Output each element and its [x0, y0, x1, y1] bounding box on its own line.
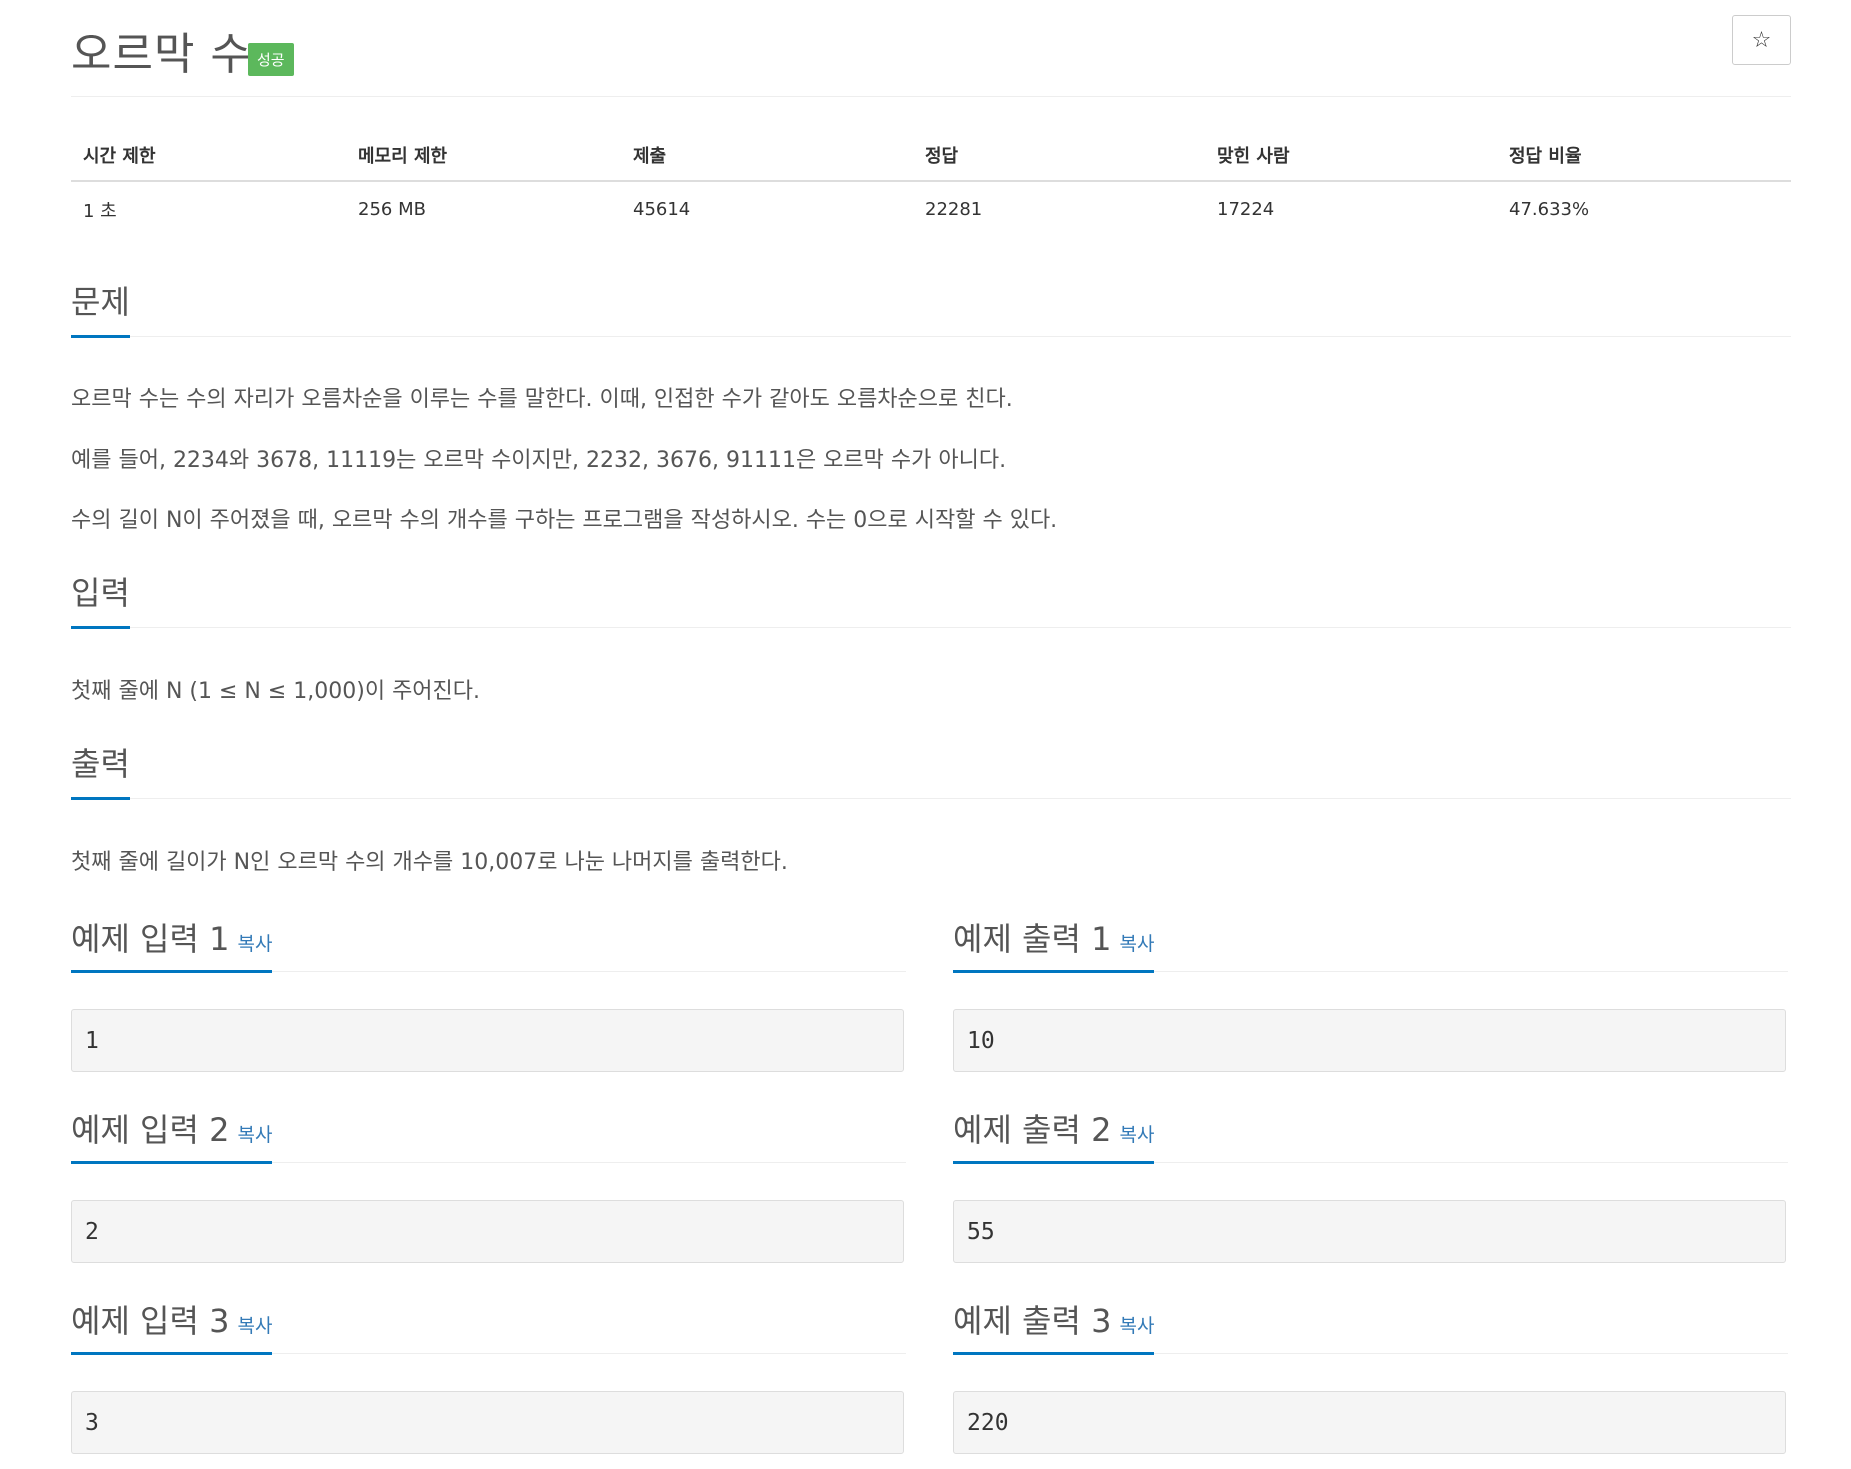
- favorite-button[interactable]: ☆: [1732, 15, 1791, 65]
- sample-input-1-header: 예제 입력 1 복사: [71, 920, 906, 973]
- title-row: 오르막 수 성공 ☆: [71, 10, 1791, 97]
- stats-value: 1 초: [83, 200, 117, 222]
- stats-value: 256 MB: [358, 199, 426, 220]
- description-paragraph: 예를 들어, 2234와 3678, 11119는 오르막 수이지만, 2232…: [71, 448, 1007, 473]
- sample-output-3-heading: 예제 출력 3 복사: [953, 1296, 1155, 1355]
- description-section-header: 문제: [71, 283, 1791, 338]
- input-description: 첫째 줄에 N (1 ≤ N ≤ 1,000)이 주어진다.: [71, 679, 481, 704]
- sample-output-1: 10: [953, 1009, 1786, 1072]
- sample-output-1-header: 예제 출력 1 복사: [953, 920, 1788, 973]
- problem-page: 오르막 수 성공 ☆ 시간 제한 메모리 제한 제출 정답 맞힌 사람 정답 비…: [0, 0, 1851, 1469]
- stats-header-row: 시간 제한 메모리 제한 제출 정답 맞힌 사람 정답 비율: [71, 130, 1791, 182]
- sample-input-2-heading: 예제 입력 2 복사: [71, 1105, 273, 1164]
- sample-input-1-heading: 예제 입력 1 복사: [71, 914, 273, 973]
- copy-button[interactable]: 복사: [1119, 1315, 1154, 1337]
- sample-output-2-header: 예제 출력 2 복사: [953, 1111, 1788, 1164]
- description-heading: 문제: [71, 277, 130, 338]
- status-badge: 성공: [248, 43, 294, 76]
- copy-button[interactable]: 복사: [1119, 1124, 1154, 1146]
- stats-table: 시간 제한 메모리 제한 제출 정답 맞힌 사람 정답 비율 1 초 256 M…: [71, 130, 1791, 237]
- stats-header: 메모리 제한: [358, 146, 448, 167]
- sample-output-2-heading: 예제 출력 2 복사: [953, 1105, 1155, 1164]
- sample-output-1-heading: 예제 출력 1 복사: [953, 914, 1155, 973]
- sample-output-3-header: 예제 출력 3 복사: [953, 1302, 1788, 1355]
- copy-button[interactable]: 복사: [1119, 933, 1154, 955]
- copy-button[interactable]: 복사: [237, 1124, 272, 1146]
- description-paragraph: 오르막 수는 수의 자리가 오름차순을 이루는 수를 말한다. 이때, 인접한 …: [71, 387, 1013, 412]
- sample-output-heading-text: 예제 출력 1: [953, 920, 1112, 958]
- stats-header: 맞힌 사람: [1217, 146, 1290, 167]
- stats-value: 22281: [925, 199, 983, 220]
- input-section-header: 입력: [71, 574, 1791, 629]
- sample-output-heading-text: 예제 출력 2: [953, 1111, 1112, 1149]
- input-heading: 입력: [71, 568, 130, 629]
- sample-input-heading-text: 예제 입력 2: [71, 1111, 230, 1149]
- sample-input-3-header: 예제 입력 3 복사: [71, 1302, 906, 1355]
- sample-input-2: 2: [71, 1200, 904, 1263]
- stats-header: 제출: [633, 146, 667, 167]
- stats-value: 47.633%: [1509, 199, 1590, 220]
- sample-output-2: 55: [953, 1200, 1786, 1263]
- stats-value: 45614: [633, 199, 691, 220]
- copy-button[interactable]: 복사: [237, 1315, 272, 1337]
- star-icon: ☆: [1751, 27, 1772, 53]
- stats-header: 시간 제한: [83, 146, 156, 167]
- sample-input-3-heading: 예제 입력 3 복사: [71, 1296, 273, 1355]
- output-heading: 출력: [71, 739, 130, 800]
- stats-header: 정답 비율: [1509, 146, 1582, 167]
- sample-input-1: 1: [71, 1009, 904, 1072]
- output-description: 첫째 줄에 길이가 N인 오르막 수의 개수를 10,007로 나눈 나머지를 …: [71, 850, 788, 875]
- sample-input-3: 3: [71, 1391, 904, 1454]
- output-section-header: 출력: [71, 745, 1791, 800]
- sample-input-2-header: 예제 입력 2 복사: [71, 1111, 906, 1164]
- sample-input-heading-text: 예제 입력 3: [71, 1302, 230, 1340]
- stats-header: 정답: [925, 146, 959, 167]
- sample-input-heading-text: 예제 입력 1: [71, 920, 230, 958]
- page-title: 오르막 수: [71, 29, 252, 80]
- stats-value: 17224: [1217, 199, 1275, 220]
- sample-output-3: 220: [953, 1391, 1786, 1454]
- stats-value-row: 1 초 256 MB 45614 22281 17224 47.633%: [71, 182, 1791, 237]
- sample-output-heading-text: 예제 출력 3: [953, 1302, 1112, 1340]
- description-paragraph: 수의 길이 N이 주어졌을 때, 오르막 수의 개수를 구하는 프로그램을 작성…: [71, 508, 1058, 533]
- copy-button[interactable]: 복사: [237, 933, 272, 955]
